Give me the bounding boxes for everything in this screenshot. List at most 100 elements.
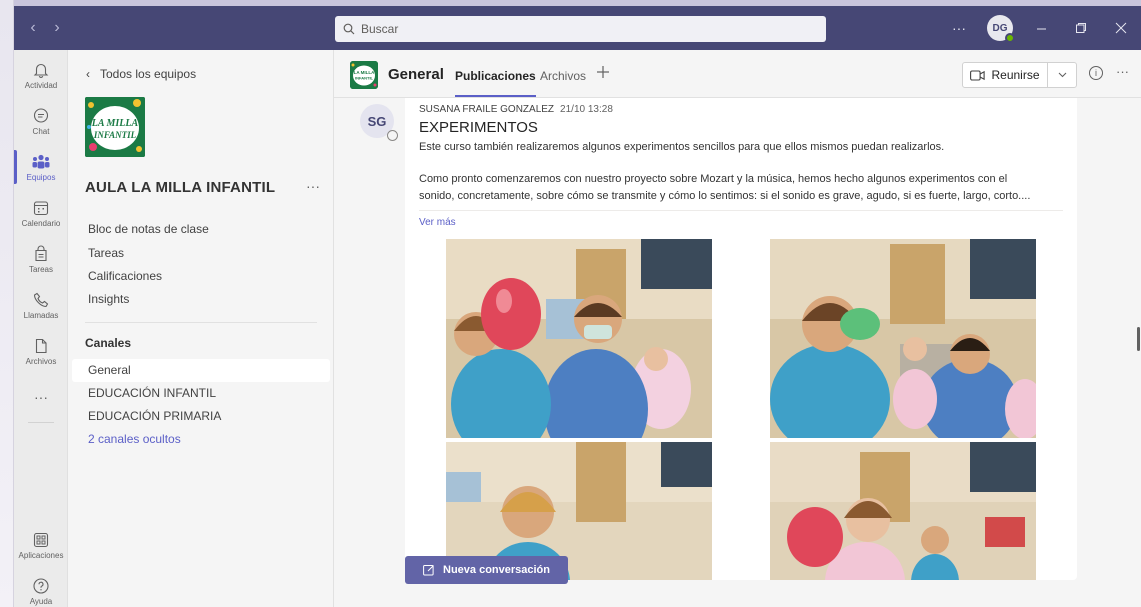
presence-offline-icon — [387, 130, 398, 141]
teams-icon — [32, 154, 50, 168]
minimize-button[interactable] — [1021, 6, 1061, 50]
channel-educacion-primaria[interactable]: EDUCACIÓN PRIMARIA — [72, 405, 330, 428]
meet-button[interactable]: Reunirse — [962, 62, 1077, 88]
channel-content: LA MILLA INFANTIL General Publicaciones … — [334, 50, 1141, 607]
new-conversation-button[interactable]: Nueva conversación — [405, 556, 568, 584]
team-more-button[interactable]: ··· — [306, 178, 320, 194]
calendar-icon — [33, 200, 49, 215]
channel-logo-image: LA MILLA INFANTIL — [350, 61, 378, 89]
chat-icon — [33, 107, 49, 123]
rail-label: Archivos — [25, 356, 57, 366]
rail-more-apps[interactable]: ··· — [14, 374, 68, 420]
rail-calendario[interactable]: Calendario — [14, 190, 68, 236]
forward-arrow-icon[interactable]: › — [50, 19, 64, 37]
rail-actividad[interactable]: Actividad — [14, 52, 68, 98]
rail-more-icon: ··· — [34, 389, 48, 405]
close-button[interactable] — [1101, 6, 1141, 50]
avatar-initials: DG — [992, 22, 1008, 34]
meet-label: Reunirse — [991, 68, 1040, 82]
scrollbar[interactable] — [1137, 327, 1140, 351]
file-icon — [35, 338, 47, 353]
post-photo-2[interactable] — [770, 239, 1036, 438]
restore-button[interactable] — [1061, 6, 1101, 50]
search-placeholder: Buscar — [361, 22, 399, 36]
svg-text:LA MILLA: LA MILLA — [91, 118, 139, 129]
compose-icon — [423, 565, 434, 576]
rail-chat[interactable]: Chat — [14, 98, 68, 144]
channel-title: General — [388, 66, 444, 83]
channel-general[interactable]: General — [72, 359, 330, 382]
menu-bloc-de-notas[interactable]: Bloc de notas de clase — [88, 222, 209, 236]
tab-archivos[interactable]: Archivos — [540, 69, 586, 83]
rail-ayuda[interactable]: Ayuda — [14, 568, 68, 607]
post-timestamp: 21/10 13:28 — [560, 104, 613, 115]
rail-label: Equipos — [26, 172, 56, 182]
post-photo-4[interactable] — [770, 442, 1036, 580]
menu-calificaciones[interactable]: Calificaciones — [88, 269, 162, 283]
search-input[interactable]: Buscar — [335, 16, 826, 42]
more-options-button[interactable]: ··· — [939, 6, 979, 50]
minimize-icon — [1036, 28, 1046, 29]
author-avatar[interactable]: SG — [360, 104, 398, 141]
phone-icon — [33, 292, 49, 307]
rail-llamadas[interactable]: Llamadas — [14, 282, 68, 328]
see-more-link[interactable]: Ver más — [419, 217, 456, 228]
post-paragraph-1: Este curso también realizaremos algunos … — [419, 141, 945, 153]
author-initials: SG — [367, 113, 387, 129]
channel-logo: LA MILLA INFANTIL — [350, 61, 378, 89]
nav-arrows: ‹ › — [26, 19, 64, 37]
hidden-channels-link[interactable]: 2 canales ocultos — [72, 428, 330, 451]
rail-label: Actividad — [24, 80, 58, 90]
meet-button-main[interactable]: Reunirse — [963, 63, 1048, 87]
chevron-down-icon — [1058, 72, 1066, 78]
team-name: AULA LA MILLA INFANTIL — [85, 179, 276, 196]
photo-1-image — [446, 239, 712, 438]
title-bar: ‹ › Buscar ··· DG — [14, 6, 1141, 50]
all-teams-label: Todos los equipos — [100, 67, 197, 81]
all-teams-link[interactable]: ‹ Todos los equipos — [86, 67, 196, 81]
rail-label: Tareas — [28, 264, 53, 274]
team-logo[interactable]: LA MILLA INFANTIL — [85, 97, 145, 157]
menu-insights[interactable]: Insights — [88, 292, 129, 306]
info-icon[interactable]: i — [1089, 66, 1103, 80]
rail-archivos[interactable]: Archivos — [14, 328, 68, 374]
photo-2-image — [770, 239, 1036, 438]
menu-tareas[interactable]: Tareas — [88, 246, 124, 260]
photo-4-image — [770, 442, 1036, 580]
post-author-line: SUSANA FRAILE GONZALEZ 21/10 13:28 — [419, 104, 613, 115]
new-conversation-label: Nueva conversación — [443, 564, 550, 576]
add-tab-button[interactable] — [596, 63, 610, 84]
channels-heading: Canales — [85, 336, 132, 350]
post-photo-1[interactable] — [446, 239, 712, 438]
channel-header: LA MILLA INFANTIL General Publicaciones … — [334, 50, 1141, 98]
window-frame-left — [0, 0, 14, 607]
svg-text:INFANTIL: INFANTIL — [93, 130, 137, 140]
rail-tareas[interactable]: Tareas — [14, 236, 68, 282]
post-card: SUSANA FRAILE GONZALEZ 21/10 13:28 EXPERI… — [405, 98, 1077, 580]
meet-dropdown-button[interactable] — [1048, 72, 1076, 78]
channel-more-button[interactable]: ··· — [1116, 64, 1129, 79]
app-rail: Actividad Chat Equipos Calendario Tareas… — [14, 50, 68, 607]
video-camera-icon — [970, 69, 986, 81]
apps-icon — [33, 532, 49, 547]
close-icon — [1115, 22, 1127, 34]
post-title: EXPERIMENTOS — [419, 119, 538, 136]
post-author[interactable]: SUSANA FRAILE GONZALEZ — [419, 104, 554, 115]
pane-divider — [85, 322, 317, 323]
team-logo-image: LA MILLA INFANTIL — [85, 97, 145, 157]
user-avatar[interactable]: DG — [987, 15, 1015, 43]
svg-text:INFANTIL: INFANTIL — [355, 76, 374, 81]
tab-publicaciones[interactable]: Publicaciones — [455, 69, 536, 97]
channel-educacion-infantil[interactable]: EDUCACIÓN INFANTIL — [72, 382, 330, 405]
post-divider — [419, 210, 1063, 211]
rail-label: Ayuda — [29, 596, 53, 606]
chevron-left-icon: ‹ — [86, 67, 90, 81]
post-paragraph-2-line-1: Como pronto comenzaremos con nuestro pro… — [419, 173, 1008, 185]
help-icon — [33, 577, 49, 594]
rail-label: Aplicaciones — [18, 550, 64, 560]
rail-equipos[interactable]: Equipos — [14, 144, 68, 190]
back-arrow-icon[interactable]: ‹ — [26, 19, 40, 37]
assignments-icon — [35, 245, 47, 261]
rail-aplicaciones[interactable]: Aplicaciones — [14, 522, 68, 568]
rail-label: Llamadas — [23, 310, 59, 320]
